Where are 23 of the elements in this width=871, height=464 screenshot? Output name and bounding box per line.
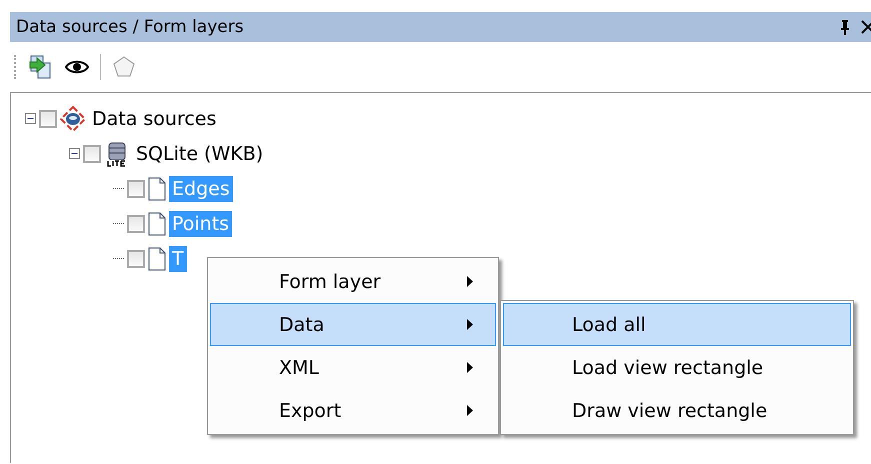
collapse-icon[interactable] [25,113,36,124]
close-icon[interactable] [861,20,871,34]
checkbox[interactable] [127,180,145,198]
globe-icon [60,106,86,132]
tree-item[interactable]: Data sources [89,106,220,132]
menu-item[interactable]: Load view rectangle [503,346,851,389]
checkbox[interactable] [39,110,57,128]
tree-item[interactable]: SQLite (WKB) [133,140,266,166]
checkbox[interactable] [127,250,145,268]
menu-item[interactable]: Data [210,303,496,346]
menu-item[interactable]: Form layer [210,260,496,303]
menu-item[interactable]: Draw view rectangle [503,389,851,432]
checkbox[interactable] [127,214,145,232]
document-icon [148,176,166,200]
checkbox[interactable] [83,144,101,162]
collapse-icon[interactable] [69,148,80,159]
pin-icon[interactable] [839,19,851,35]
menu-item[interactable]: Load all [503,303,851,346]
menu-item[interactable]: XML [210,346,496,389]
panel-title: Data sources / Form layers [16,17,244,37]
document-icon [148,212,166,236]
menu-item[interactable]: Export [210,389,496,432]
document-icon [148,246,166,270]
